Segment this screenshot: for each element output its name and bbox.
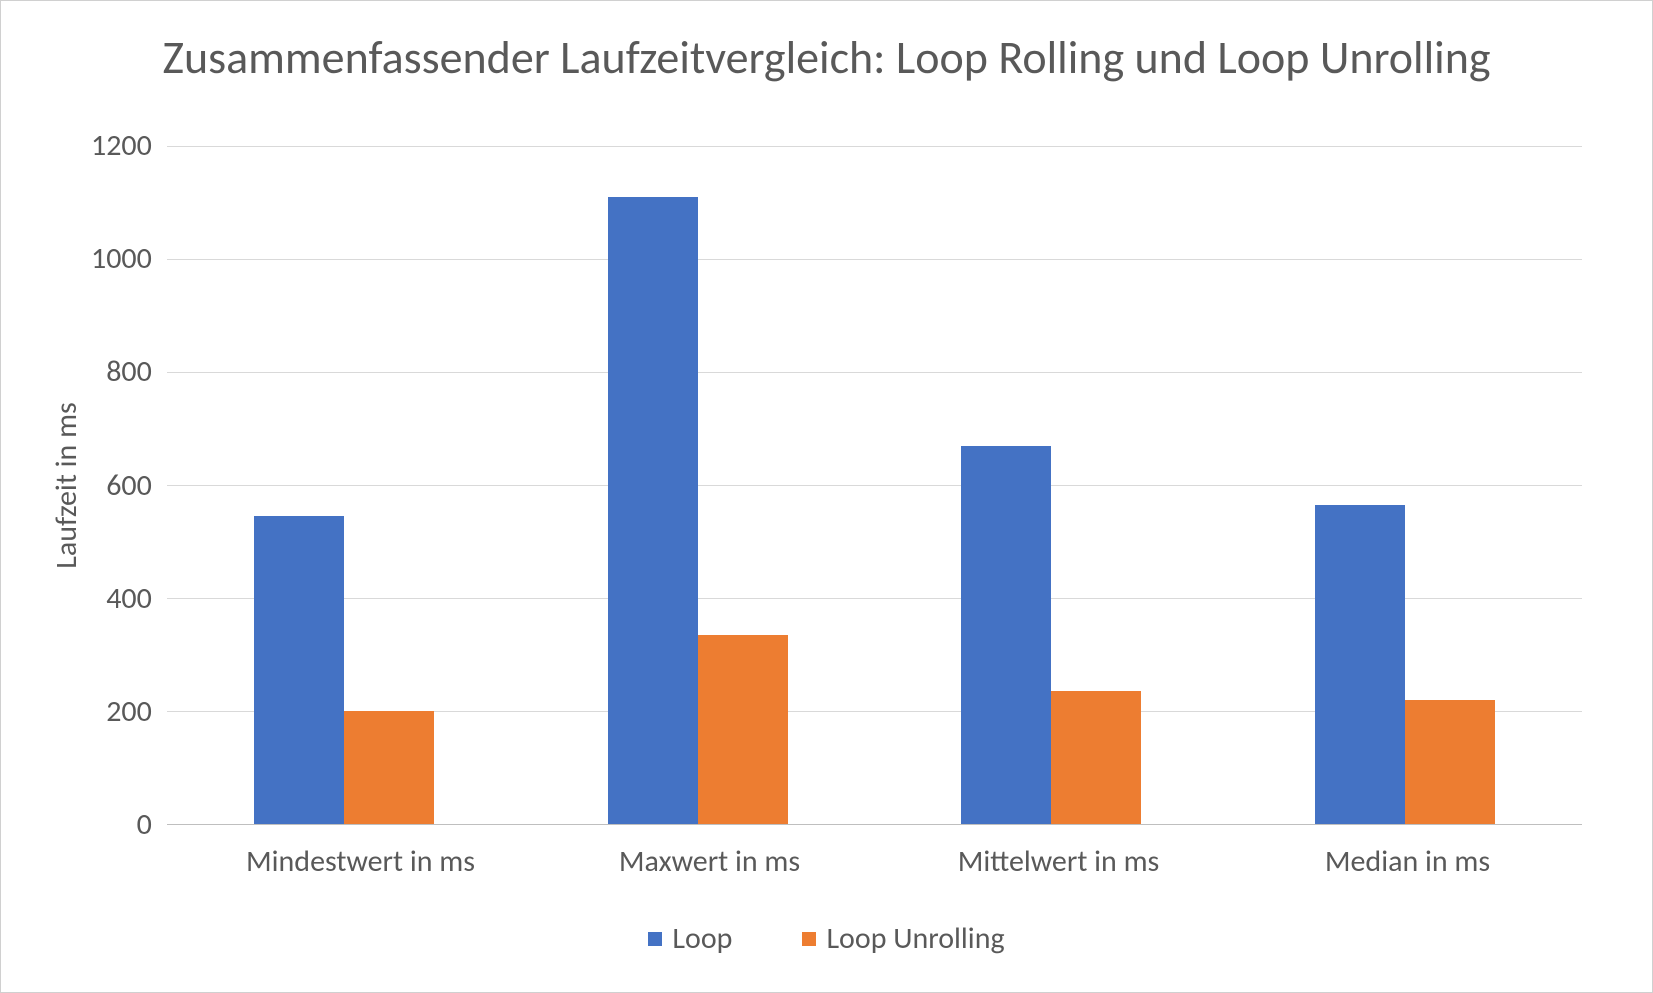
bar: [961, 446, 1051, 824]
chart-inner: Zusammenfassender Laufzeitvergleich: Loo…: [11, 11, 1642, 982]
legend-swatch: [648, 932, 662, 946]
bar-group: [521, 146, 875, 824]
bar: [254, 516, 344, 824]
bar-group: [167, 146, 521, 824]
x-axis-labels-row: Mindestwert in msMaxwert in msMittelwert…: [11, 825, 1642, 880]
legend-label: Loop Unrolling: [826, 920, 1004, 957]
legend-swatch: [802, 932, 816, 946]
plot-area: [167, 146, 1582, 825]
legend-item: Loop: [648, 920, 732, 957]
x-tick-label: Median in ms: [1233, 825, 1582, 880]
bar-group: [874, 146, 1228, 824]
plot-wrapper: Laufzeit in ms 120010008006004002000: [11, 116, 1642, 825]
bar: [1051, 691, 1141, 824]
bar: [344, 711, 434, 824]
bar: [698, 635, 788, 824]
bar: [608, 197, 698, 824]
bar: [1405, 700, 1495, 824]
x-tick-label: Mindestwert in ms: [186, 825, 535, 880]
legend-label: Loop: [672, 920, 732, 957]
chart-legend: Loop Loop Unrolling: [11, 880, 1642, 982]
legend-item: Loop Unrolling: [802, 920, 1004, 957]
chart-title: Zusammenfassender Laufzeitvergleich: Loo…: [11, 11, 1642, 116]
x-tick-label: Mittelwert in ms: [884, 825, 1233, 880]
bars-layer: [167, 146, 1582, 824]
y-axis-label-text: Laufzeit in ms: [48, 402, 85, 569]
y-axis-ticks: 120010008006004002000: [91, 146, 167, 825]
x-tick-label: Maxwert in ms: [535, 825, 884, 880]
chart-container: Zusammenfassender Laufzeitvergleich: Loo…: [0, 0, 1653, 993]
bar: [1315, 505, 1405, 824]
bar-group: [1228, 146, 1582, 824]
y-axis-label: Laufzeit in ms: [41, 146, 91, 825]
